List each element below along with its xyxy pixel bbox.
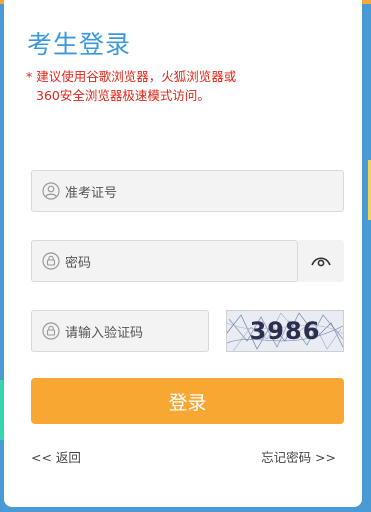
user-icon [41, 181, 61, 201]
lock-icon [41, 321, 61, 341]
exam-id-placeholder: 准考证号 [65, 185, 118, 201]
page-title: 考生登录 [27, 30, 132, 59]
browser-notice: * 建议使用谷歌浏览器，火狐浏览器或 360安全浏览器极速模式访问。 [26, 67, 346, 105]
password-placeholder: 密码 [65, 255, 92, 271]
eye-icon [311, 252, 331, 271]
toggle-password-visibility[interactable] [298, 240, 344, 282]
captcha-image[interactable]: 3986 [226, 310, 344, 352]
exam-id-field[interactable]: 准考证号 [31, 170, 344, 212]
captcha-code: 3986 [249, 317, 321, 345]
back-link[interactable]: << 返回 [31, 447, 81, 466]
password-field[interactable]: 密码 [31, 240, 298, 282]
captcha-field[interactable]: 请输入验证码 [31, 310, 209, 352]
login-card: 考生登录 * 建议使用谷歌浏览器，火狐浏览器或 360安全浏览器极速模式访问。 … [4, 0, 362, 507]
lock-icon [41, 251, 61, 271]
forgot-password-link[interactable]: 忘记密码 >> [261, 447, 336, 466]
login-button[interactable]: 登录 [31, 378, 344, 424]
notice-line-2: 360安全浏览器极速模式访问。 [36, 88, 210, 103]
captcha-placeholder: 请输入验证码 [65, 325, 144, 341]
notice-line-1: * 建议使用谷歌浏览器，火狐浏览器或 [26, 69, 237, 84]
